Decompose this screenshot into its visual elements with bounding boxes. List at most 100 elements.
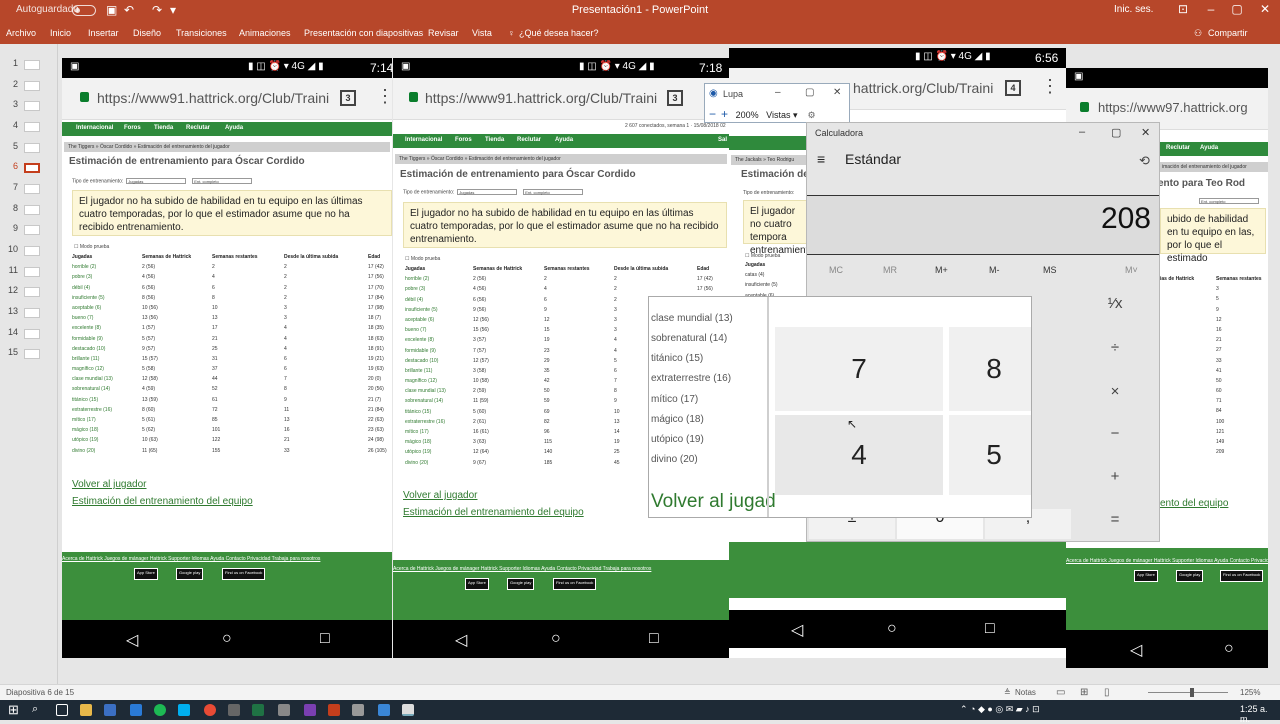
breadcrumb[interactable]: The Tiggers » Óscar Cordido » Estimación…: [64, 142, 390, 152]
app-store-badge[interactable]: App Store: [134, 568, 158, 580]
mc-button[interactable]: MC: [829, 265, 843, 275]
divide-button[interactable]: ÷: [1075, 339, 1155, 356]
tab-presentacion[interactable]: Presentación con diapositivas: [304, 28, 423, 38]
nav-reclutar[interactable]: Reclutar: [1166, 145, 1190, 151]
nav-salir[interactable]: Sal: [718, 137, 727, 143]
zoom-out-icon[interactable]: −: [709, 107, 716, 121]
slide-thumb[interactable]: 15: [4, 347, 54, 361]
views-dropdown[interactable]: Vistas: [766, 110, 790, 120]
footer-links[interactable]: Acerca de Hattrick Juegos de mánager Hat…: [1066, 558, 1268, 564]
sign-in-link[interactable]: Inic. ses.: [1114, 4, 1153, 15]
url-text[interactable]: https://www91.hattrick.org/Club/Traini: [97, 90, 329, 106]
slide-thumb[interactable]: 11: [4, 265, 54, 279]
table-cell[interactable]: mágico (18): [405, 439, 431, 445]
test-mode-checkbox[interactable]: ☐ Modo prueba: [745, 253, 780, 259]
back-icon[interactable]: ◁: [791, 620, 803, 640]
team-training-link[interactable]: ento del equipo: [1160, 498, 1228, 509]
tab-inicio[interactable]: Inicio: [50, 28, 71, 38]
memory-list-button[interactable]: M˅: [1125, 265, 1138, 275]
table-cell[interactable]: aceptable (6): [72, 305, 101, 311]
nav-internacional[interactable]: Internacional: [405, 137, 442, 143]
app-icon[interactable]: [352, 704, 364, 716]
table-cell[interactable]: extraterrestre (16): [405, 419, 445, 425]
slide-thumb[interactable]: 12: [4, 285, 54, 299]
app-store-badge[interactable]: App Store: [1134, 570, 1158, 582]
minimize-icon[interactable]: –: [1198, 2, 1224, 16]
intensity-select[interactable]: Ent. completo: [1199, 198, 1259, 204]
reading-view-icon[interactable]: ▯: [1104, 687, 1110, 698]
table-cell[interactable]: brillante (11): [72, 356, 99, 362]
normal-view-icon[interactable]: ▭: [1056, 687, 1065, 698]
notes-button[interactable]: Notas: [1015, 688, 1036, 697]
skype-icon[interactable]: [178, 704, 190, 716]
nav-foros[interactable]: Foros: [124, 125, 141, 131]
google-play-badge[interactable]: Google play: [176, 568, 204, 580]
tab-diseno[interactable]: Diseño: [133, 28, 161, 38]
edge-icon[interactable]: [130, 704, 142, 716]
search-icon[interactable]: ⌕: [32, 703, 38, 716]
url-text[interactable]: https://www97.hattrick.org: [1098, 100, 1248, 115]
home-icon[interactable]: ○: [222, 630, 232, 648]
file-explorer-icon[interactable]: [80, 704, 92, 716]
digit-5-button[interactable]: 5: [949, 415, 1031, 495]
intensity-select[interactable]: Ent. completo: [523, 189, 584, 195]
chrome-icon[interactable]: [204, 704, 216, 716]
test-mode-checkbox[interactable]: ☐ Modo prueba: [405, 256, 440, 262]
home-icon[interactable]: ○: [887, 620, 897, 638]
tab-vista[interactable]: Vista: [472, 28, 492, 38]
table-cell[interactable]: bueno (7): [72, 315, 93, 321]
google-play-badge[interactable]: Google play: [1176, 570, 1204, 582]
nav-ayuda[interactable]: Ayuda: [555, 137, 573, 143]
add-button[interactable]: +: [1075, 468, 1155, 485]
nav-ayuda[interactable]: Ayuda: [225, 125, 243, 131]
mr-button[interactable]: MR: [883, 265, 897, 275]
calculator-taskbar-icon[interactable]: [402, 704, 414, 716]
zoom-in-icon[interactable]: +: [721, 107, 728, 121]
nav-internacional[interactable]: Internacional: [76, 125, 113, 131]
tell-me-search[interactable]: ¿Qué desea hacer?: [519, 28, 599, 38]
table-cell[interactable]: sobrenatural (14): [72, 386, 110, 392]
home-icon[interactable]: ○: [551, 630, 561, 648]
nav-tienda[interactable]: Tienda: [485, 137, 504, 143]
more-menu-icon[interactable]: ⋮: [376, 86, 392, 107]
slide-thumb[interactable]: 4: [4, 120, 54, 134]
app-icon[interactable]: [378, 704, 390, 716]
minimize-icon[interactable]: –: [775, 87, 781, 98]
tab-insertar[interactable]: Insertar: [88, 28, 119, 38]
tab-transiciones[interactable]: Transiciones: [176, 28, 227, 38]
hamburger-menu-icon[interactable]: ≡: [817, 151, 825, 167]
nav-reclutar[interactable]: Reclutar: [517, 137, 541, 143]
more-menu-icon[interactable]: ⋮: [1041, 76, 1059, 97]
table-cell[interactable]: utópico (19): [72, 437, 98, 443]
table-cell[interactable]: horrible (2): [405, 276, 429, 282]
zoom-slider[interactable]: [1148, 692, 1228, 693]
table-cell[interactable]: divino (20): [405, 460, 428, 466]
facebook-badge[interactable]: Find us on Facebook: [1220, 570, 1264, 582]
recents-icon[interactable]: □: [320, 630, 330, 648]
back-to-player-link[interactable]: Volver al jugador: [72, 479, 147, 490]
table-cell[interactable]: brillante (11): [405, 368, 432, 374]
multiply-button[interactable]: ×: [1075, 383, 1155, 400]
zoom-slider-thumb[interactable]: [1190, 688, 1194, 697]
close-icon[interactable]: ✕: [1252, 2, 1278, 16]
table-cell[interactable]: excelente (8): [72, 325, 101, 331]
table-cell[interactable]: magnífico (12): [72, 366, 104, 372]
powerpoint-icon[interactable]: [328, 704, 340, 716]
m-minus-button[interactable]: M-: [989, 265, 1000, 275]
url-text[interactable]: https://www91.hattrick.org/Club/Traini: [425, 90, 657, 106]
subtract-button[interactable]: −: [1075, 425, 1155, 442]
table-cell[interactable]: magnífico (12): [405, 378, 437, 384]
ms-button[interactable]: MS: [1043, 265, 1057, 275]
table-cell[interactable]: mágico (18): [72, 427, 98, 433]
slide-thumb[interactable]: 2: [4, 79, 54, 93]
table-cell[interactable]: clase mundial (13): [72, 376, 113, 382]
magnifier-window[interactable]: ◉ Lupa – ▢ ✕ − + 200% Vistas ▾ ⚙: [704, 83, 850, 123]
back-icon[interactable]: ◁: [455, 630, 467, 650]
table-cell[interactable]: divino (20): [72, 448, 95, 454]
table-cell[interactable]: mítico (17): [72, 417, 96, 423]
app-store-badge[interactable]: App Store: [465, 578, 489, 590]
digit-7-button[interactable]: 7: [775, 327, 943, 411]
store-icon[interactable]: [104, 704, 116, 716]
slide-thumb[interactable]: 8: [4, 203, 54, 217]
tab-count[interactable]: 3: [667, 90, 683, 106]
